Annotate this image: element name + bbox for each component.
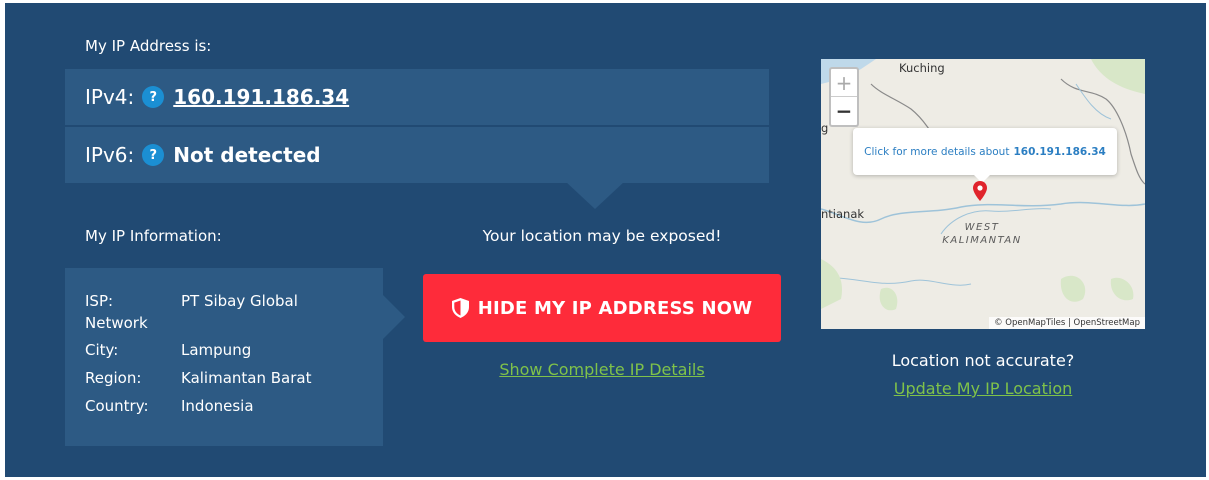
ipv6-label: IPv6: xyxy=(85,143,135,167)
zoom-out-button[interactable]: − xyxy=(831,97,857,125)
info-value: Kalimantan Barat xyxy=(181,369,312,387)
ip-information-heading: My IP Information: xyxy=(85,227,222,245)
info-key: Country: xyxy=(85,397,149,415)
map-region-label-line2: KALIMANTAN xyxy=(942,235,1022,246)
map-popup-text: Click for more details about xyxy=(864,145,1010,158)
location-not-accurate-text: Location not accurate? xyxy=(891,351,1075,370)
map-popup-ip: 160.191.186.34 xyxy=(1013,145,1106,158)
ipv4-value[interactable]: 160.191.186.34 xyxy=(173,85,349,109)
ipv6-value: Not detected xyxy=(173,143,321,167)
map-pin-icon[interactable] xyxy=(973,181,987,201)
map-region-label-line1: WEST xyxy=(964,222,1000,233)
map-region-label: WEST KALIMANTAN xyxy=(939,221,1025,247)
ipv6-row: IPv6: ? Not detected xyxy=(65,127,769,183)
map-zoom-control: + − xyxy=(829,67,859,127)
zoom-in-button[interactable]: + xyxy=(831,69,857,97)
ip-info-panel: My IP Address is: IPv4: ? 160.191.186.34… xyxy=(5,3,1206,477)
map-city-label-left: ntianak xyxy=(821,207,865,221)
info-box-pointer xyxy=(383,295,405,339)
info-value: Lampung xyxy=(181,341,252,359)
shield-icon xyxy=(451,298,469,318)
info-row-city: City: Lampung xyxy=(85,336,383,364)
info-value: PT Sibay Global xyxy=(181,292,298,310)
ip-address-heading: My IP Address is: xyxy=(85,37,212,55)
callout-pointer xyxy=(565,181,625,209)
map-city-label: Kuching xyxy=(899,61,945,75)
show-ip-details-link[interactable]: Show Complete IP Details xyxy=(423,360,781,379)
help-icon[interactable]: ? xyxy=(142,86,165,108)
update-ip-location-link[interactable]: Update My IP Location xyxy=(821,379,1145,398)
info-row-region: Region: Kalimantan Barat xyxy=(85,364,383,392)
map-popup[interactable]: Click for more details about 160.191.186… xyxy=(853,128,1117,175)
ipv4-row: IPv4: ? 160.191.186.34 xyxy=(65,69,769,125)
info-key: Region: xyxy=(85,369,142,387)
location-exposed-warning: Your location may be exposed! xyxy=(482,227,722,245)
map-small-label: g xyxy=(821,121,829,135)
info-value-continued: Network xyxy=(85,314,148,332)
ipv4-label: IPv4: xyxy=(85,85,135,109)
help-icon[interactable]: ? xyxy=(142,144,165,166)
hide-my-ip-button[interactable]: HIDE MY IP ADDRESS NOW xyxy=(423,274,781,342)
info-key: City: xyxy=(85,341,119,359)
ip-information-box: ISP: PT Sibay Global Network City: Lampu… xyxy=(65,268,383,446)
info-row-country: Country: Indonesia xyxy=(85,392,383,420)
info-value: Indonesia xyxy=(181,397,254,415)
hide-my-ip-button-label: HIDE MY IP ADDRESS NOW xyxy=(477,297,753,319)
location-map[interactable]: Kuching g ntianak WEST KALIMANTAN + − Cl… xyxy=(821,59,1145,329)
map-attribution: © OpenMapTiles | OpenStreetMap xyxy=(989,317,1145,329)
